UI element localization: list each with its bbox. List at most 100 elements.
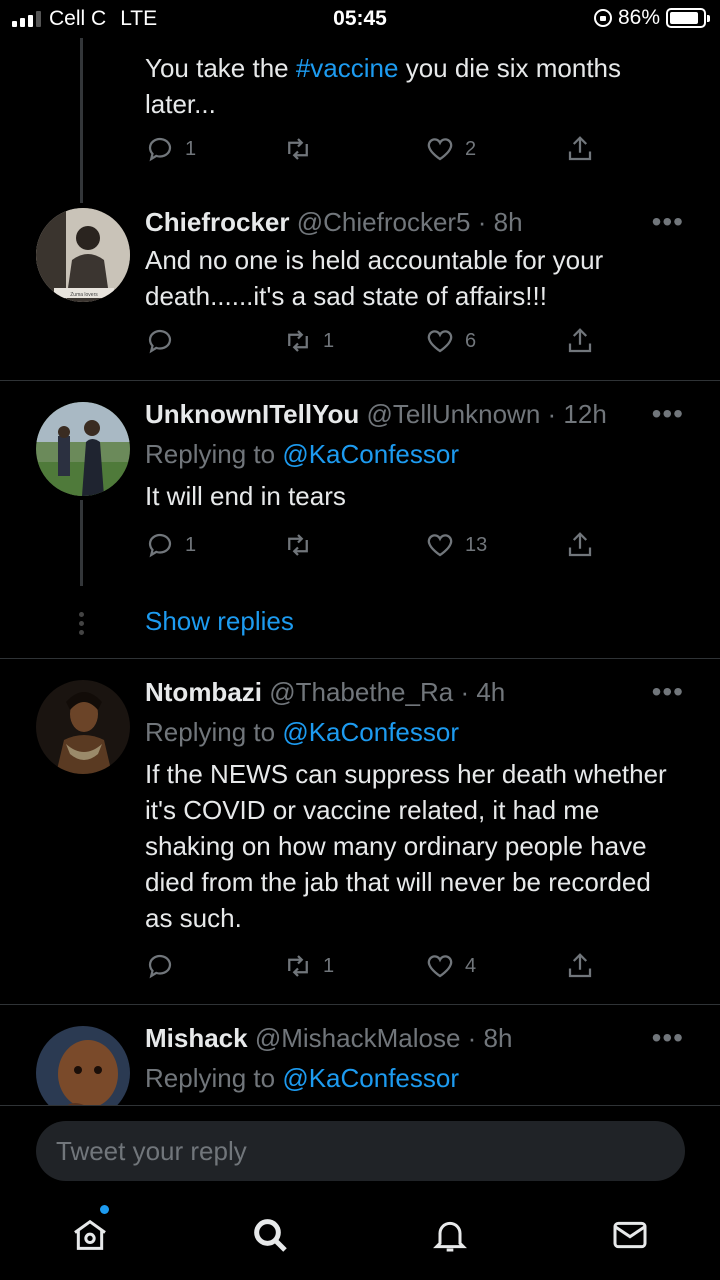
tab-home[interactable] [70,1205,114,1259]
tweet-header: Ntombazi @Thabethe_Ra · 4h [145,674,680,710]
avatar[interactable] [36,1026,130,1105]
tweet-header: Chiefrocker @Chiefrocker5 · 8h [145,204,680,240]
tweet-text-part: You take the [145,53,296,83]
avatar[interactable] [36,402,130,496]
tab-search[interactable] [250,1215,294,1259]
reply-button[interactable]: 1 [145,134,196,164]
reply-count: 1 [185,533,197,556]
retweet-count: 1 [323,954,335,977]
like-button[interactable]: 4 [425,951,476,981]
tweet-reply-input[interactable] [36,1121,685,1181]
retweet-count: 1 [323,329,335,352]
retweet-icon [288,138,308,160]
retweet-button[interactable] [283,530,323,560]
reply-icon [148,329,172,354]
tweet-body[interactable]: Mishack @MishackMalose · 8h Replying to … [145,1020,680,1096]
share-icon [568,953,592,978]
like-button[interactable]: 13 [425,530,487,560]
heart-icon [427,330,453,353]
reply-thread[interactable]: You take the #vaccine you die six months… [0,38,720,1105]
share-icon [568,532,592,557]
tweet-actions: 1 2 [145,134,605,166]
new-content-dot [100,1205,109,1214]
retweet-icon [288,330,308,352]
reply-button[interactable] [145,326,185,356]
author-name[interactable]: Chiefrocker [145,207,290,237]
author-handle[interactable]: @Thabethe_Ra [269,677,453,707]
like-count: 6 [465,329,477,352]
more-options-icon[interactable]: ••• [652,1022,684,1054]
share-button[interactable] [565,951,595,981]
share-button[interactable] [565,530,595,560]
heart-icon [427,534,453,557]
tab-messages[interactable] [610,1215,654,1259]
reply-button[interactable] [145,951,185,981]
retweet-icon [288,955,308,977]
tweet-time: · 8h [477,207,523,237]
retweet-icon [288,534,308,556]
author-handle[interactable]: @Chiefrocker5 [297,207,471,237]
home-icon [74,1219,106,1250]
messages-icon [613,1221,647,1249]
tweet-time: · 4h [460,677,506,707]
retweet-button[interactable]: 1 [283,951,334,981]
share-button[interactable] [565,326,595,356]
avatar-caption: Zuma lovers [70,292,98,298]
mention-link[interactable]: @KaConfessor [282,717,459,747]
tweet-header: Mishack @MishackMalose · 8h [145,1020,680,1056]
share-icon [568,328,592,353]
tweet-actions: 1 4 [145,951,605,983]
author-name[interactable]: UnknownITellYou [145,399,359,429]
more-options-icon[interactable]: ••• [652,676,684,708]
avatar[interactable] [36,680,130,774]
tweet-time: · 12h [547,399,607,429]
replying-to-label: Replying to [145,1063,283,1093]
tweet-text: If the NEWS can suppress her death wheth… [145,759,667,933]
like-count: 4 [465,954,477,977]
retweet-button[interactable]: 1 [283,326,334,356]
reply-icon [148,137,172,162]
more-options-icon[interactable]: ••• [652,206,684,238]
more-options-icon[interactable]: ••• [652,398,684,430]
thread-ellipsis-icon [79,612,84,635]
reply-button[interactable]: 1 [145,530,196,560]
mention-link[interactable]: @KaConfessor [282,1063,459,1093]
retweet-button[interactable] [283,134,323,164]
like-button[interactable]: 2 [425,134,476,164]
tweet-time: · 8h [467,1023,513,1053]
avatar-photo [36,1026,130,1105]
thread-connector [80,500,83,586]
author-handle[interactable]: @MishackMalose [255,1023,461,1053]
replying-to: Replying to @KaConfessor [145,436,680,472]
tab-notifications[interactable] [430,1215,474,1259]
replying-to: Replying to @KaConfessor [145,1060,680,1096]
replying-to-label: Replying to [145,717,283,747]
tweet-actions: 1 13 [145,530,605,562]
author-handle[interactable]: @TellUnknown [366,399,540,429]
avatar-photo [36,402,130,496]
share-button[interactable] [565,134,595,164]
tweet-text: And no one is held accountable for your … [145,245,604,311]
replying-to: Replying to @KaConfessor [145,714,680,750]
author-name[interactable]: Mishack [145,1023,248,1053]
avatar[interactable]: Zuma lovers [36,208,130,302]
heart-icon [427,955,453,978]
status-bar: Cell C LTE 05:45 86% [0,0,720,38]
tweet-text: You take the #vaccine you die six months… [145,50,680,122]
tweet-body[interactable]: Chiefrocker @Chiefrocker5 · 8h And no on… [145,204,680,314]
show-replies-link[interactable]: Show replies [145,606,294,637]
tweet-header: UnknownITellYou @TellUnknown · 12h [145,396,680,432]
bottom-nav [0,1195,720,1280]
battery-info: 86% [593,6,710,30]
author-name[interactable]: Ntombazi [145,677,262,707]
divider [0,1004,720,1005]
tweet-body[interactable]: UnknownITellYou @TellUnknown · 12h Reply… [145,396,680,514]
tweet-body[interactable]: You take the #vaccine you die six months… [145,50,680,122]
mention-link[interactable]: @KaConfessor [282,439,459,469]
tweet-body[interactable]: Ntombazi @Thabethe_Ra · 4h Replying to @… [145,674,680,936]
like-button[interactable]: 6 [425,326,476,356]
divider [0,380,720,381]
hashtag-link[interactable]: #vaccine [296,53,399,83]
like-count: 13 [465,533,488,556]
tweet-actions: 1 6 [145,326,605,358]
